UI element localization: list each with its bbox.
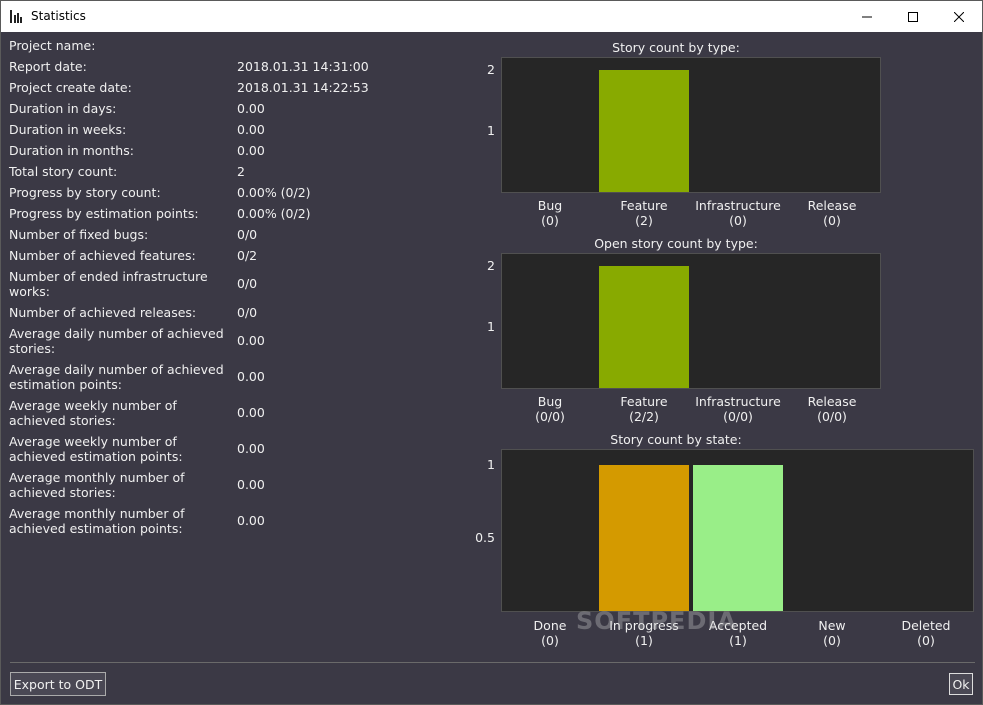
stat-label: Number of ended infrastructure works:	[9, 269, 208, 299]
ok-button[interactable]: Ok	[949, 673, 973, 695]
y-tick-label: 1	[487, 456, 495, 472]
export-to-odt-button[interactable]: Export to ODT	[10, 672, 106, 696]
stat-label: Average weekly number of achieved storie…	[9, 398, 177, 428]
stat-value: 0.00	[237, 101, 265, 116]
stat-value: 0/0	[237, 276, 258, 291]
stat-value: 0.00	[237, 405, 265, 420]
stat-label: Progress by estimation points:	[9, 206, 199, 221]
stat-label: Total story count:	[9, 164, 118, 179]
maximize-button[interactable]	[890, 1, 936, 32]
stat-value: 0.00	[237, 369, 265, 384]
divider	[10, 662, 975, 663]
stat-label: Duration in days:	[9, 101, 117, 116]
stat-value: 0/0	[237, 305, 258, 320]
category-name: Deleted	[901, 618, 951, 633]
chart-title: Story count by type:	[612, 40, 740, 55]
stat-value: 2	[237, 164, 245, 179]
stat-label: Number of achieved releases:	[9, 305, 197, 320]
chart-title: Story count by state:	[610, 432, 742, 447]
y-tick-label: 2	[487, 258, 495, 274]
stat-label: Duration in weeks:	[9, 122, 127, 137]
y-tick-label: 2	[487, 62, 495, 78]
stat-value: 0.00	[237, 143, 265, 158]
x-category-label: Release (0)	[777, 198, 887, 228]
bar-accepted	[693, 464, 783, 611]
stat-value: 2018.01.31 14:22:53	[237, 80, 369, 95]
stat-value: 0.00	[237, 441, 265, 456]
stat-value: 0.00	[237, 477, 265, 492]
stat-label: Number of achieved features:	[9, 248, 196, 263]
stat-label: Average daily number of achieved stories…	[9, 326, 224, 356]
y-tick-label: 1	[487, 319, 495, 335]
category-count: (0)	[823, 213, 841, 228]
x-category-label: Release (0/0)	[777, 394, 887, 424]
stat-value: 2018.01.31 14:31:00	[237, 59, 369, 74]
stat-label: Average daily number of achieved estimat…	[9, 362, 224, 392]
chart-title: Open story count by type:	[594, 236, 758, 251]
stat-label: Average weekly number of achieved estima…	[9, 434, 183, 464]
category-name: Release	[807, 394, 857, 409]
stat-value: 0.00	[237, 333, 265, 348]
category-count: (0/0)	[817, 409, 847, 424]
stat-value: 0.00% (0/2)	[237, 206, 311, 221]
y-tick-label: 0.5	[475, 529, 495, 545]
stat-label: Number of fixed bugs:	[9, 227, 149, 242]
title-bar[interactable]: Statistics	[1, 1, 982, 32]
bar-in-progress	[599, 464, 689, 611]
close-button[interactable]	[936, 1, 982, 32]
minimize-button[interactable]	[844, 1, 890, 32]
stat-value: 0/2	[237, 248, 258, 263]
window-title: Statistics	[31, 9, 86, 23]
bar-feature	[599, 70, 689, 192]
stat-label: Project name:	[9, 38, 96, 53]
stat-value: 0.00	[237, 122, 265, 137]
stat-label: Average monthly number of achieved estim…	[9, 506, 185, 536]
stat-label: Progress by story count:	[9, 185, 161, 200]
maximize-icon	[908, 11, 918, 22]
minimize-icon	[862, 16, 872, 17]
statistics-window: Statistics Project name: Report date: 2018…	[0, 0, 983, 705]
y-tick-label: 1	[487, 123, 495, 139]
close-icon	[954, 11, 964, 22]
stat-label: Average monthly number of achieved stori…	[9, 470, 185, 500]
stat-value: 0/0	[237, 227, 258, 242]
category-name: Release	[807, 198, 857, 213]
stat-label: Project create date:	[9, 80, 132, 95]
bar-chart-icon	[10, 10, 22, 23]
stat-label: Report date:	[9, 59, 87, 74]
stat-value: 0.00% (0/2)	[237, 185, 311, 200]
watermark: SOFTPEDIA	[576, 607, 737, 635]
x-category-label: Deleted (0)	[871, 618, 981, 648]
stat-value: 0.00	[237, 513, 265, 528]
bar-feature	[599, 266, 689, 388]
chart-plot-area	[501, 253, 881, 389]
chart-plot-area	[501, 57, 881, 193]
category-count: (0)	[917, 633, 935, 648]
stat-label: Duration in months:	[9, 143, 134, 158]
